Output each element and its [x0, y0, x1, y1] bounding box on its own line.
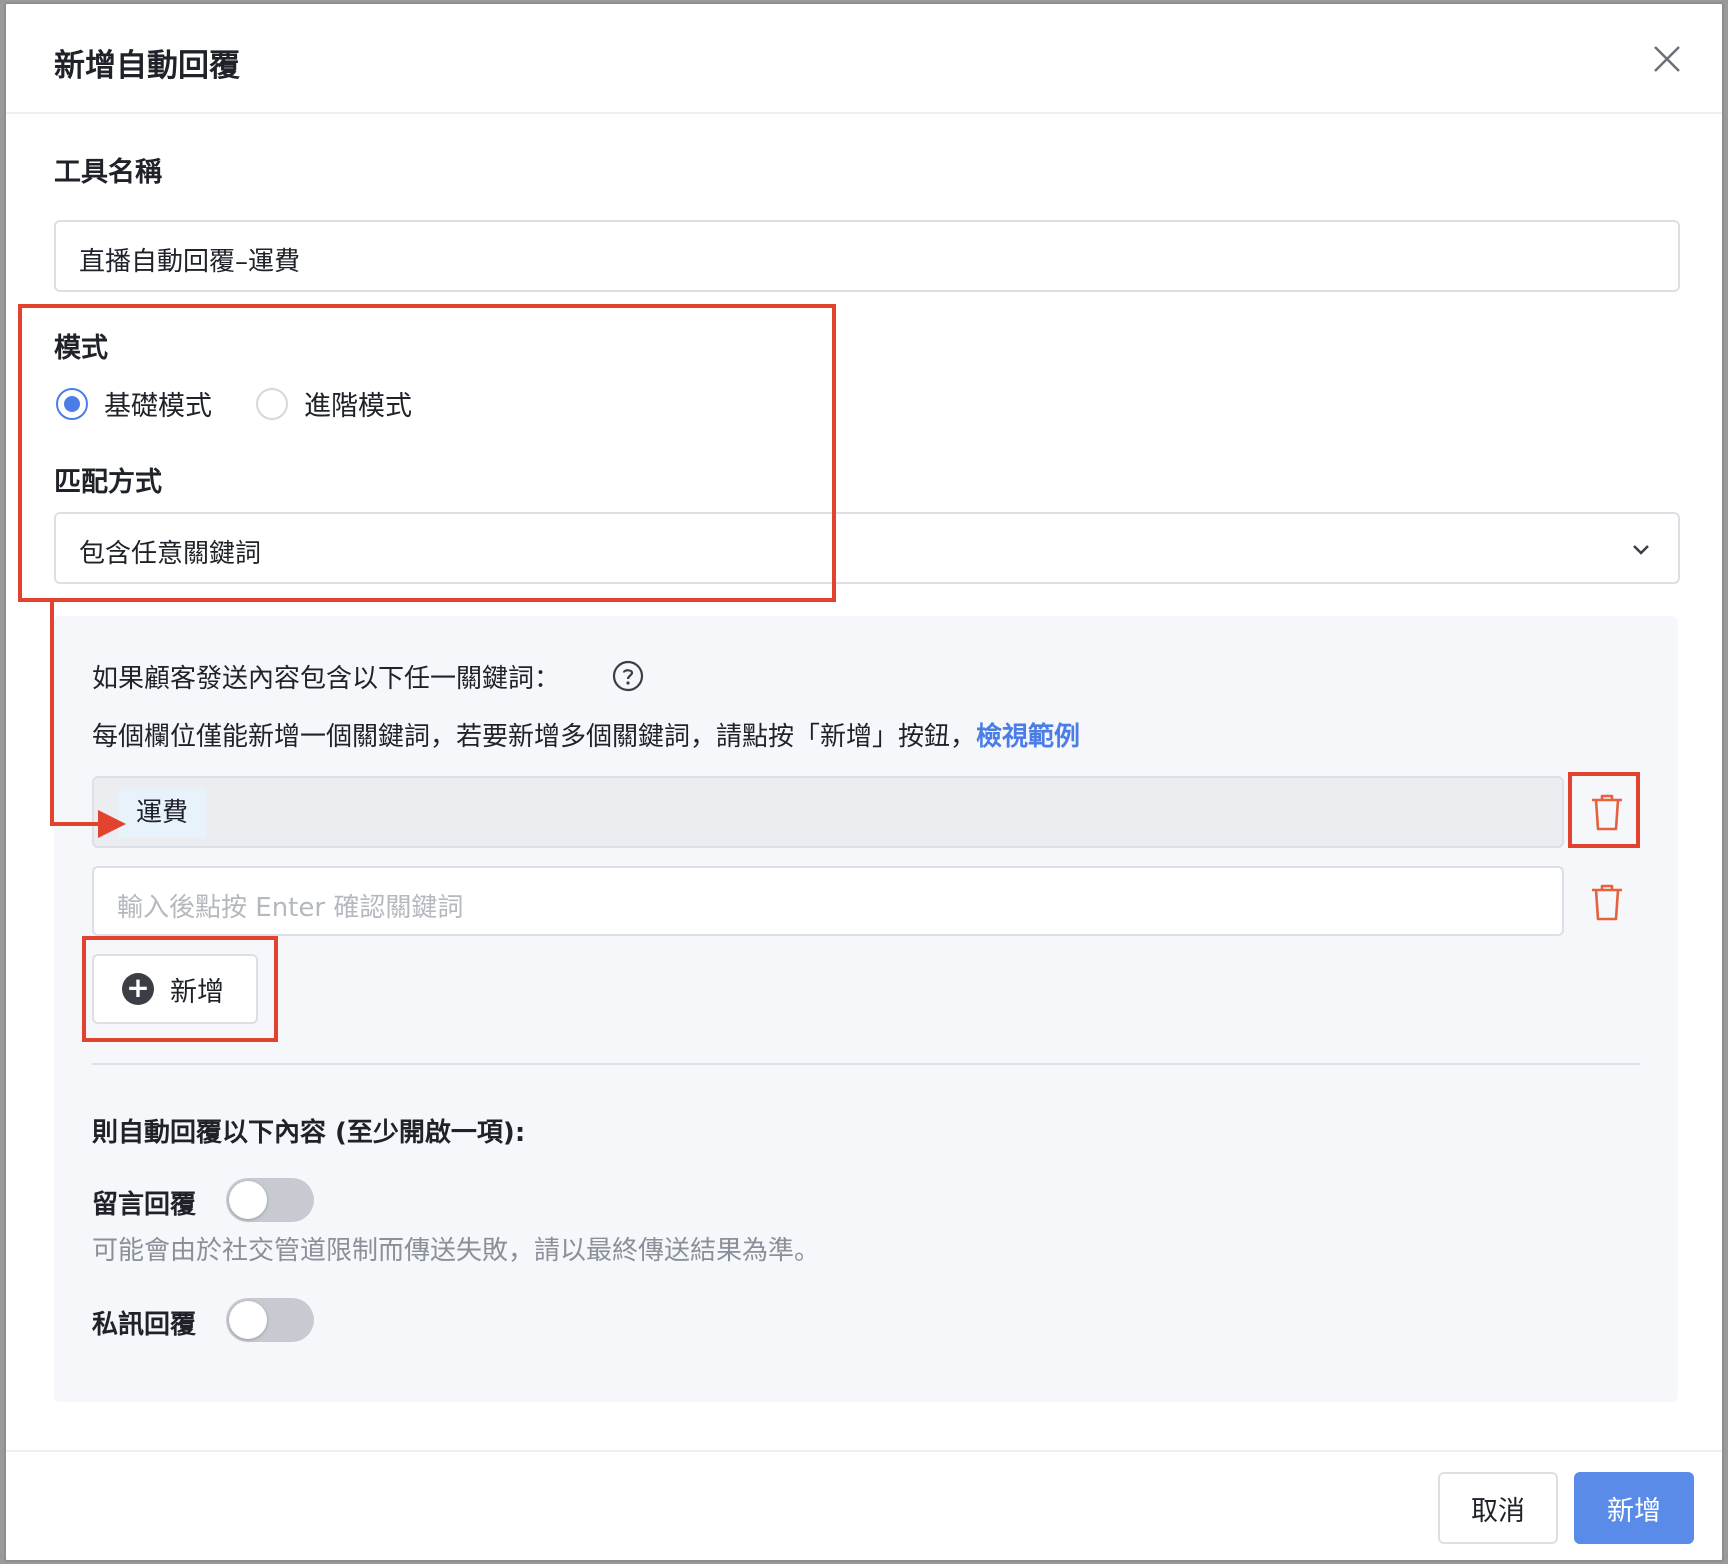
keyword-instruction-text: 每個欄位僅能新增一個關鍵詞，若要新增多個關鍵詞，請點按「新增」按鈕， — [92, 722, 977, 752]
comment-reply-label: 留言回覆 — [92, 1190, 197, 1220]
radio-basic-mode-dot — [56, 387, 88, 420]
radio-advanced-mode[interactable]: 進階模式 — [256, 384, 412, 423]
mode-label: 模式 — [54, 333, 108, 364]
match-label: 匹配方式 — [54, 467, 162, 498]
keyword-input[interactable]: 輸入後點按 Enter 確認關鍵詞 — [92, 866, 1564, 936]
trash-icon[interactable] — [1590, 882, 1624, 922]
footer-divider — [6, 1450, 1722, 1452]
keyword-input-placeholder: 輸入後點按 Enter 確認關鍵詞 — [117, 893, 464, 923]
keyword-field-1[interactable]: 運費 — [92, 776, 1564, 848]
keyword-panel: 如果顧客發送內容包含以下任一關鍵詞： 每個欄位僅能新增一個關鍵詞，若要新增多個關… — [54, 616, 1678, 1402]
comment-reply-hint: 可能會由於社交管道限制而傳送失敗，請以最終傳送結果為準。 — [92, 1236, 821, 1266]
keyword-instruction: 每個欄位僅能新增一個關鍵詞，若要新增多個關鍵詞，請點按「新增」按鈕，檢視範例 — [92, 716, 1080, 753]
divider — [92, 1063, 1640, 1065]
radio-advanced-mode-dot — [256, 387, 288, 420]
close-icon[interactable] — [1652, 44, 1682, 74]
radio-basic-mode-label: 基礎模式 — [104, 391, 212, 422]
dm-reply-toggle[interactable] — [226, 1298, 314, 1342]
cancel-button[interactable]: 取消 — [1438, 1472, 1558, 1544]
toggle-knob — [229, 1301, 267, 1339]
submit-button[interactable]: 新增 — [1574, 1472, 1694, 1544]
add-auto-reply-dialog: 新增自動回覆 工具名稱 直播自動回覆–運費 模式 基礎模式 進階模式 匹配方式 … — [4, 2, 1724, 1562]
tool-name-value: 直播自動回覆–運費 — [79, 247, 301, 277]
radio-basic-mode[interactable]: 基礎模式 — [56, 384, 212, 423]
dialog-title: 新增自動回覆 — [54, 48, 240, 84]
tool-name-input[interactable]: 直播自動回覆–運費 — [54, 220, 1680, 292]
comment-reply-toggle[interactable] — [226, 1178, 314, 1222]
dialog-header: 新增自動回覆 — [6, 4, 1722, 114]
keyword-prompt: 如果顧客發送內容包含以下任一關鍵詞： — [92, 664, 561, 694]
reply-heading: 則自動回覆以下內容 (至少開啟一項): — [92, 1118, 526, 1148]
add-keyword-label: 新增 — [170, 976, 224, 1008]
plus-circle-icon: + — [122, 973, 154, 1005]
tool-name-label: 工具名稱 — [54, 157, 162, 188]
add-keyword-button[interactable]: + 新增 — [92, 954, 258, 1024]
toggle-knob — [229, 1181, 267, 1219]
annotation-arrowhead — [98, 810, 126, 838]
radio-advanced-mode-label: 進階模式 — [304, 391, 412, 422]
help-circle-icon[interactable] — [612, 660, 644, 692]
trash-icon[interactable] — [1590, 792, 1624, 832]
match-select-value: 包含任意關鍵詞 — [79, 539, 262, 569]
dm-reply-label: 私訊回覆 — [92, 1310, 197, 1340]
chevron-down-icon — [1633, 545, 1649, 555]
match-select[interactable]: 包含任意關鍵詞 — [54, 512, 1680, 584]
view-example-link[interactable]: 檢視範例 — [976, 722, 1080, 752]
keyword-tag: 運費 — [118, 788, 207, 838]
